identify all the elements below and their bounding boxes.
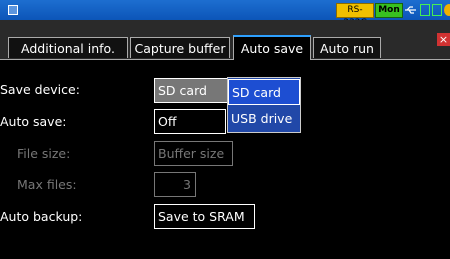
network-icon bbox=[420, 4, 430, 16]
dropdown-option-usb-drive[interactable]: USB drive bbox=[228, 106, 300, 132]
window-icon bbox=[8, 5, 18, 15]
save-device-dropdown: SD card USB drive bbox=[227, 77, 301, 133]
dropdown-handle bbox=[220, 87, 226, 97]
dropdown-option-sd-card[interactable]: SD card bbox=[228, 79, 300, 105]
auto-save-label: Auto save: bbox=[0, 114, 67, 129]
tab-auto-save[interactable]: Auto save bbox=[233, 35, 311, 60]
auto-save-select[interactable]: Off bbox=[154, 109, 226, 134]
max-files-label: Max files: bbox=[17, 177, 77, 192]
save-device-select[interactable]: SD card bbox=[154, 78, 228, 103]
clock-icon bbox=[444, 4, 450, 16]
tab-capture-buffer[interactable]: Capture buffer bbox=[130, 37, 230, 58]
status-bar: RS-232C Mon bbox=[0, 0, 450, 28]
tab-divider bbox=[0, 59, 233, 60]
auto-backup-label: Auto backup: bbox=[0, 209, 83, 224]
file-size-select: Buffer size bbox=[154, 141, 233, 166]
mon-badge: Mon bbox=[375, 3, 403, 18]
tab-additional-info[interactable]: Additional info. bbox=[8, 37, 128, 58]
usb-icon bbox=[405, 6, 416, 14]
tab-auto-run[interactable]: Auto run bbox=[313, 37, 381, 58]
rs232c-badge: RS-232C bbox=[336, 3, 374, 28]
max-files-input: 3 bbox=[154, 172, 196, 197]
file-size-label: File size: bbox=[17, 146, 71, 161]
save-device-label: Save device: bbox=[0, 82, 80, 97]
tab-divider bbox=[311, 59, 450, 60]
close-button[interactable]: × bbox=[437, 33, 450, 46]
card-icon bbox=[432, 4, 442, 16]
auto-backup-select[interactable]: Save to SRAM bbox=[154, 204, 255, 229]
